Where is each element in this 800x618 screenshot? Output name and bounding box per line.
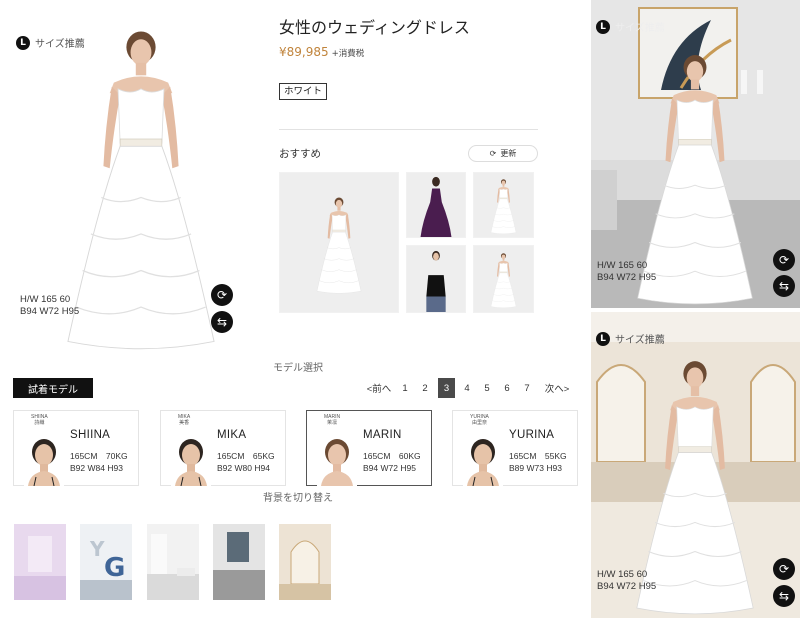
svg-text:Y: Y (89, 537, 105, 561)
model-bwh: B89 W73 H93 (509, 463, 562, 473)
pager-page-6[interactable]: 6 (500, 378, 514, 398)
recommend-dress-image (280, 173, 398, 312)
svg-text:G: G (104, 553, 125, 583)
color-option-white[interactable]: ホワイト (279, 83, 328, 100)
size-recommend-badge-top[interactable]: L サイズ推薦 (596, 19, 665, 34)
pager-page-1[interactable]: 1 (398, 378, 412, 398)
rotate-icon[interactable]: ⟳ (773, 249, 795, 271)
tax-label: +消費税 (331, 49, 365, 59)
model-tiny-name: MIKA 美香 (178, 414, 191, 426)
pager-page-2[interactable]: 2 (418, 378, 432, 398)
measure-line-1: H/W 165 60 (597, 260, 648, 271)
measure-line-1: H/W 165 60 (597, 569, 648, 580)
background-thumb-pink[interactable] (14, 524, 66, 600)
background-thumb-arch-room[interactable] (279, 524, 331, 600)
refresh-label: 更新 (500, 149, 517, 158)
pager-page-7[interactable]: 7 (520, 378, 534, 398)
model-measurements-bottom: H/W 165 60 B94 W72 H95 (597, 569, 656, 593)
measure-line-2: B94 W72 H95 (20, 306, 80, 317)
model-tiny-name: YURINA 由里奈 (470, 414, 489, 426)
black-top-image (407, 246, 465, 312)
swap-icon[interactable]: ⇆ (211, 311, 233, 333)
background-thumb-yg[interactable]: Y G (80, 524, 132, 600)
size-l-icon: L (596, 331, 610, 346)
pager-page-3[interactable]: 3 (438, 378, 455, 398)
rotate-icon[interactable]: ⟳ (211, 284, 233, 306)
pink-room-image (14, 524, 66, 600)
refresh-button[interactable]: ⟳ 更新 (468, 145, 538, 162)
model-height-weight: 165CM 65KG (217, 451, 275, 461)
white-room-image (147, 524, 199, 600)
model-avatar (24, 433, 64, 486)
background-thumb-grey-room[interactable] (213, 524, 265, 600)
swap-icon[interactable]: ⇆ (773, 275, 795, 297)
model-card-shiina[interactable]: SHIINA 詩織 SHIINA 165CM 70KG B92 W84 H93 (13, 410, 139, 486)
white-dress-image-2 (474, 246, 533, 312)
product-price: ¥89,985 +消費税 (279, 45, 364, 59)
model-name: YURINA (509, 429, 555, 441)
measure-line-2: B94 W72 H95 (597, 581, 657, 592)
model-tiny-name: SHIINA 詩織 (31, 414, 48, 426)
model-height-weight: 165CM 70KG (70, 451, 128, 461)
white-dress-image (474, 173, 533, 237)
arch-room-image (279, 524, 331, 600)
size-recommend-badge-bottom[interactable]: L サイズ推薦 (596, 331, 665, 346)
grey-room-image (213, 524, 265, 600)
measure-line-1: H/W 165 60 (20, 294, 71, 305)
model-name: MIKA (217, 429, 247, 441)
model-height-weight: 165CM 60KG (363, 451, 421, 461)
model-avatar (463, 433, 503, 486)
model-card-mika[interactable]: MIKA 美香 MIKA 165CM 65KG B92 W80 H94 (160, 410, 286, 486)
recommend-label: おすすめ (279, 148, 321, 160)
background-thumb-white-room[interactable] (147, 524, 199, 600)
model-tiny-name: MARIN 茉凛 (324, 414, 341, 426)
model-select-heading: モデル選択 (273, 363, 323, 374)
size-recommend-label: サイズ推薦 (615, 335, 665, 346)
recommend-item-black[interactable] (406, 245, 466, 313)
model-name: MARIN (363, 429, 402, 441)
pager-next[interactable]: 次へ> (541, 378, 573, 398)
swap-icon[interactable]: ⇆ (773, 585, 795, 607)
recommend-item-large[interactable] (279, 172, 399, 313)
model-bwh: B92 W84 H93 (70, 463, 123, 473)
model-measurements-top: H/W 165 60 B94 W72 H95 (597, 260, 656, 284)
model-avatar (171, 433, 211, 486)
rotate-icon[interactable]: ⟳ (773, 558, 795, 580)
product-title: 女性のウェディングドレス (279, 18, 470, 37)
size-l-icon: L (16, 35, 30, 50)
model-measurements: H/W 165 60 B94 W72 H95 (20, 294, 79, 318)
divider (279, 129, 538, 130)
model-card-yurina[interactable]: YURINA 由里奈 YURINA 165CM 55KG B89 W73 H93 (452, 410, 578, 486)
model-avatar (317, 433, 357, 486)
model-bwh: B92 W80 H94 (217, 463, 270, 473)
measure-line-2: B94 W72 H95 (597, 272, 657, 283)
purple-dress-image (407, 173, 465, 237)
model-bwh: B94 W72 H95 (363, 463, 416, 473)
size-recommend-label: サイズ推薦 (35, 39, 85, 50)
pager-page-5[interactable]: 5 (480, 378, 494, 398)
background-switch-heading: 背景を切り替え (263, 493, 333, 504)
size-l-icon: L (596, 19, 610, 34)
yg-logo-room-image: Y G (80, 524, 132, 600)
size-recommend-badge[interactable]: L サイズ推薦 (16, 35, 85, 50)
pager-prev[interactable]: <前へ (365, 378, 393, 398)
model-height-weight: 165CM 55KG (509, 451, 567, 461)
recommend-item-purple[interactable] (406, 172, 466, 238)
tryon-model-tab[interactable]: 試着モデル (13, 378, 93, 398)
model-name: SHIINA (70, 429, 111, 441)
price-value: ¥89,985 (279, 45, 329, 59)
pager-page-4[interactable]: 4 (460, 378, 474, 398)
size-recommend-label: サイズ推薦 (615, 23, 665, 34)
recommend-item-white-1[interactable] (473, 172, 534, 238)
recommend-item-white-2[interactable] (473, 245, 534, 313)
refresh-icon: ⟳ (489, 149, 497, 158)
model-card-marin[interactable]: MARIN 茉凛 MARIN 165CM 60KG B94 W72 H95 (306, 410, 432, 486)
